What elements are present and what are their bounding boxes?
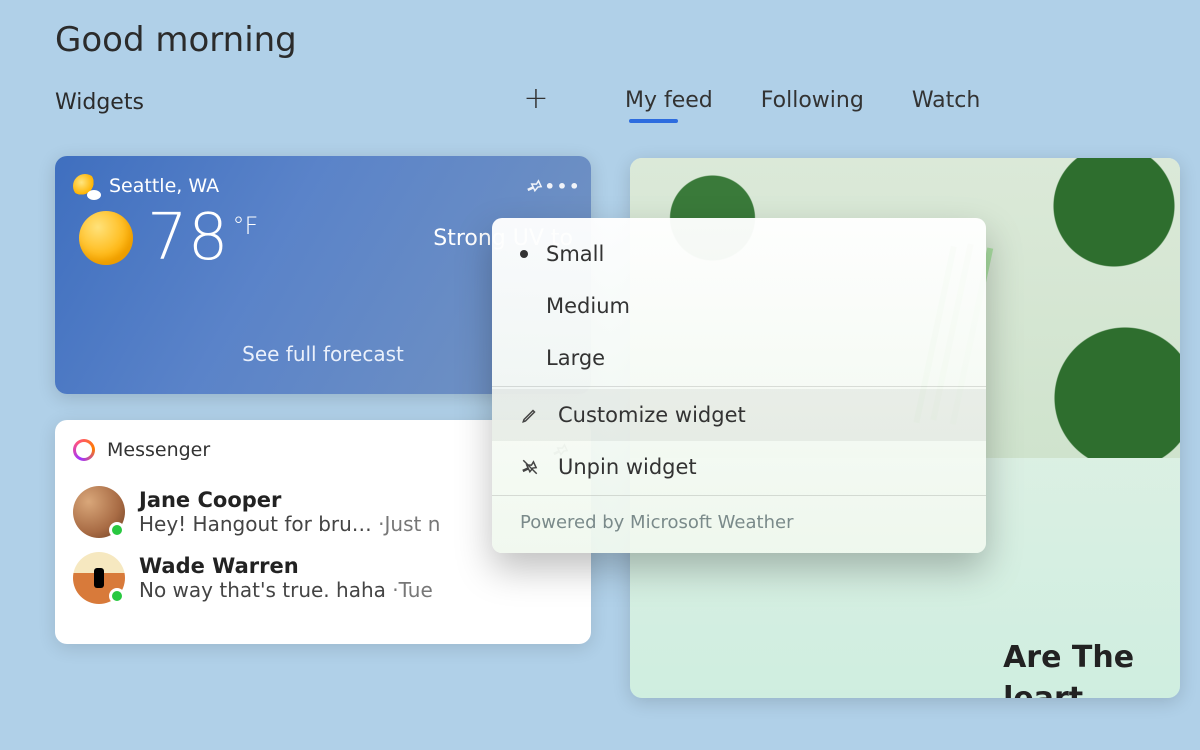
- unpin-icon: [520, 457, 540, 477]
- widget-context-menu: Small Medium Large Customize widget Unpi…: [492, 218, 986, 553]
- chat-name: Wade Warren: [139, 554, 433, 578]
- menu-item-label: Unpin widget: [558, 455, 697, 479]
- menu-item-size-medium[interactable]: Medium: [492, 280, 986, 332]
- menu-item-size-large[interactable]: Large: [492, 332, 986, 384]
- pencil-icon: [520, 405, 540, 425]
- feed-article-headline: Are The leart, nole Diet: [1003, 638, 1156, 698]
- temperature-value: 78°F: [147, 206, 258, 270]
- menu-item-label: Medium: [546, 294, 630, 318]
- weather-location: Seattle, WA: [109, 175, 521, 197]
- tab-my-feed[interactable]: My feed: [625, 88, 713, 113]
- chat-message-text: Hey! Hangout for bru…: [139, 512, 372, 536]
- sun-icon: [79, 211, 133, 265]
- chat-time: ·Just n: [378, 512, 440, 536]
- presence-online-icon: [109, 522, 125, 538]
- menu-item-size-small[interactable]: Small: [492, 228, 986, 280]
- tab-watch[interactable]: Watch: [912, 88, 981, 113]
- menu-item-label: Small: [546, 242, 604, 266]
- tab-following[interactable]: Following: [761, 88, 864, 113]
- menu-item-label: Large: [546, 346, 605, 370]
- avatar: [73, 552, 125, 604]
- weather-location-icon: [73, 174, 97, 198]
- add-widget-button[interactable]: +: [518, 80, 554, 116]
- chat-message-text: No way that's true. haha: [139, 578, 386, 602]
- menu-separator: [492, 386, 986, 387]
- messenger-icon: [73, 439, 95, 461]
- selected-dot-icon: [520, 250, 528, 258]
- chat-name: Jane Cooper: [139, 488, 440, 512]
- greeting-title: Good morning: [55, 20, 297, 60]
- chat-preview: No way that's true. haha ·Tue: [139, 578, 433, 602]
- widget-more-button[interactable]: •••: [549, 172, 577, 200]
- messenger-title: Messenger: [107, 439, 210, 461]
- temperature-unit: °F: [232, 212, 258, 240]
- avatar: [73, 486, 125, 538]
- temperature-number: 78: [147, 201, 228, 275]
- presence-online-icon: [109, 588, 125, 604]
- menu-separator: [492, 495, 986, 496]
- plus-icon: +: [523, 81, 548, 116]
- more-icon: •••: [545, 177, 582, 196]
- chat-time: ·Tue: [392, 578, 433, 602]
- pin-icon: [526, 177, 544, 195]
- menu-footer-attribution: Powered by Microsoft Weather: [492, 498, 986, 539]
- widgets-section-label: Widgets: [55, 90, 144, 115]
- feed-tabs: My feed Following Watch: [625, 88, 980, 113]
- chat-preview: Hey! Hangout for bru… ·Just n: [139, 512, 440, 536]
- menu-item-customize-widget[interactable]: Customize widget: [492, 389, 986, 441]
- menu-item-label: Customize widget: [558, 403, 746, 427]
- menu-item-unpin-widget[interactable]: Unpin widget: [492, 441, 986, 493]
